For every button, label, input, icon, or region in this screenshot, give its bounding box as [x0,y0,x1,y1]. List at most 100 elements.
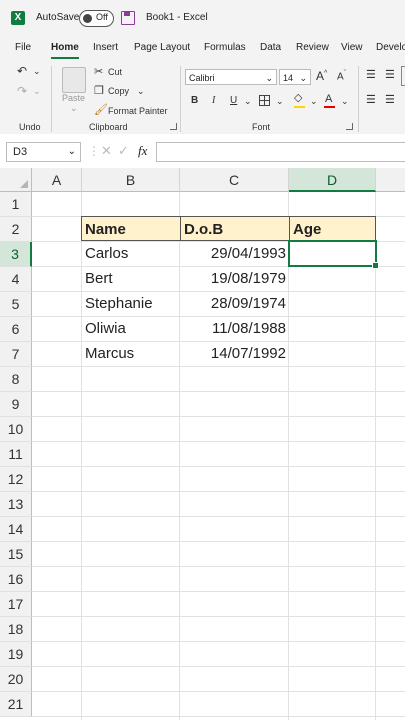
increase-font-size-icon[interactable]: A^ [316,69,327,83]
row-header-17[interactable]: 17 [0,592,32,617]
autosave-toggle[interactable]: Off [79,10,114,27]
row-header-19[interactable]: 19 [0,642,32,667]
underline-dropdown-icon[interactable]: ⌄ [244,96,252,107]
cell-name[interactable]: Oliwia [82,316,180,341]
row-header-6[interactable]: 6 [0,317,32,342]
font-launcher-icon[interactable] [346,123,353,130]
column-header-e[interactable] [376,168,405,192]
undo-icon[interactable]: ↶ [17,64,27,78]
row-header-20[interactable]: 20 [0,667,32,692]
tab-home[interactable]: Home [51,42,79,59]
paste-icon[interactable] [62,67,86,93]
header-cell-name[interactable]: Name [81,216,181,241]
cut-icon[interactable]: ✂ [94,65,103,78]
cell-dob[interactable]: 28/09/1974 [180,291,289,316]
row-header-8[interactable]: 8 [0,367,32,392]
active-cell-d3[interactable] [288,240,377,267]
cell-dob[interactable]: 11/08/1988 [180,316,289,341]
font-color-button[interactable]: A [325,93,332,105]
borders-icon[interactable] [259,95,270,106]
paste-button[interactable]: Paste [62,93,85,103]
row-header-4[interactable]: 4 [0,267,32,292]
row-header-3[interactable]: 3 [0,242,32,267]
clipboard-launcher-icon[interactable] [170,123,177,130]
cell-dob[interactable]: 19/08/1979 [180,266,289,291]
font-size-value: 14 [283,73,294,83]
font-color-dropdown-icon[interactable]: ⌄ [341,96,349,107]
redo-icon[interactable]: ↷ [17,84,27,98]
cell-name[interactable]: Carlos [82,241,180,266]
row-header-16[interactable]: 16 [0,567,32,592]
tab-file[interactable]: File [15,42,31,53]
cell-name[interactable]: Stephanie [82,291,180,316]
cell-dob[interactable]: 29/04/1993 [180,241,289,266]
font-color-swatch [324,106,335,108]
copy-button[interactable]: Copy [108,86,129,96]
copy-dropdown-icon[interactable]: ⌄ [137,86,145,97]
chevron-down-icon: ⌄ [67,146,76,157]
excel-logo-icon: X [11,11,25,25]
row-header-2[interactable]: 2 [0,217,32,242]
formula-input[interactable] [156,142,405,162]
row-header-15[interactable]: 15 [0,542,32,567]
save-icon[interactable] [121,11,135,25]
fill-handle[interactable] [372,262,379,269]
cell-name[interactable]: Marcus [82,341,180,366]
tab-developer[interactable]: Develo [376,42,405,53]
undo-dropdown-icon[interactable]: ⌄ [33,66,41,77]
fill-color-icon[interactable]: ◇ [294,91,302,104]
header-cell-dob[interactable]: D.o.B [180,216,290,241]
redo-dropdown-icon[interactable]: ⌄ [33,86,41,97]
tab-data[interactable]: Data [260,42,281,53]
tab-formulas[interactable]: Formulas [204,42,246,53]
cancel-icon[interactable]: ✕ [101,143,112,159]
align-left-icon[interactable]: ☰ [366,93,376,106]
paste-dropdown-icon[interactable]: ⌄ [70,103,78,114]
row-header-12[interactable]: 12 [0,467,32,492]
column-header-d[interactable]: D [289,168,376,192]
format-painter-icon[interactable]: 🖌 [94,103,108,116]
decrease-font-size-icon[interactable]: Aˇ [337,70,346,82]
cell-dob[interactable]: 14/07/1992 [180,341,289,366]
copy-icon[interactable]: ❐ [94,84,104,97]
underline-button[interactable]: U [230,95,237,106]
row-header-13[interactable]: 13 [0,492,32,517]
font-group-label: Font [252,122,271,132]
row-header-11[interactable]: 11 [0,442,32,467]
column-header-b[interactable]: B [82,168,180,192]
row-header-1[interactable]: 1 [0,192,32,217]
row-header-7[interactable]: 7 [0,342,32,367]
fill-color-dropdown-icon[interactable]: ⌄ [310,96,318,107]
column-header-c[interactable]: C [180,168,289,192]
cell-name[interactable]: Bert [82,266,180,291]
tab-view[interactable]: View [341,42,363,53]
font-size-dropdown[interactable]: 14 ⌄ [279,69,311,85]
borders-dropdown-icon[interactable]: ⌄ [276,96,284,107]
row-header-18[interactable]: 18 [0,617,32,642]
enter-icon[interactable]: ✓ [118,143,129,159]
format-painter-button[interactable]: Format Painter [108,106,168,116]
cut-button[interactable]: Cut [108,67,122,77]
italic-button[interactable]: I [212,95,215,106]
column-header-a[interactable]: A [32,168,82,192]
align-middle-icon[interactable]: ☰ [385,68,395,81]
tab-review[interactable]: Review [296,42,329,53]
align-top-icon[interactable]: ☰ [366,68,376,81]
select-all-button[interactable] [0,168,32,192]
group-separator [358,66,359,132]
row-header-14[interactable]: 14 [0,517,32,542]
tab-insert[interactable]: Insert [93,42,118,53]
row-header-9[interactable]: 9 [0,392,32,417]
row-header-21[interactable]: 21 [0,692,32,717]
row-header-10[interactable]: 10 [0,417,32,442]
row-header-5[interactable]: 5 [0,292,32,317]
wrap-text-icon[interactable] [401,66,405,86]
header-cell-age[interactable]: Age [289,216,376,241]
insert-function-button[interactable]: fx [138,143,147,159]
bold-button[interactable]: B [191,95,198,106]
tab-page-layout[interactable]: Page Layout [134,42,190,53]
name-box[interactable]: D3 ⌄ [6,142,81,162]
font-name-dropdown[interactable]: Calibri ⌄ [185,69,277,85]
align-center-icon[interactable]: ☰ [385,93,395,106]
row-gridline [32,716,405,717]
